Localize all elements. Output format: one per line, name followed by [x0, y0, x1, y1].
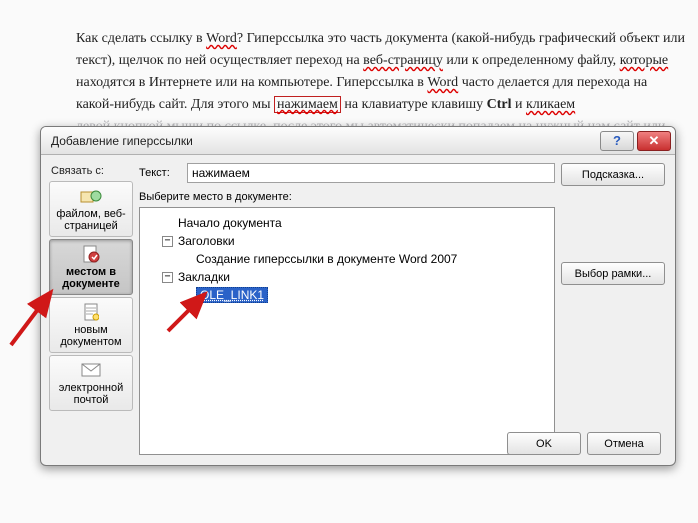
tree-headings[interactable]: −Заголовки — [144, 232, 550, 250]
link-to-email-button[interactable]: электронной почтой — [49, 355, 133, 411]
text-to-display-label: Текст: — [139, 167, 181, 179]
link-to-file-web-button[interactable]: файлом, веб-страницей — [49, 181, 133, 237]
insert-hyperlink-dialog: Добавление гиперссылки ? ✕ Связать с: фа… — [40, 126, 676, 466]
new-doc-icon — [80, 303, 102, 321]
place-in-doc-icon — [80, 245, 102, 263]
collapse-icon[interactable]: − — [162, 272, 173, 283]
tree-heading-item[interactable]: Создание гиперссылки в документе Word 20… — [144, 250, 550, 268]
help-button[interactable]: ? — [600, 131, 634, 151]
tree-bookmark-item[interactable]: OLE_LINK1 — [144, 286, 550, 304]
tree-bookmarks[interactable]: −Закладки — [144, 268, 550, 286]
tree-doc-start[interactable]: Начало документа — [144, 214, 550, 232]
document-places-tree[interactable]: Начало документа −Заголовки Создание гип… — [139, 207, 555, 455]
file-web-icon — [80, 187, 102, 205]
close-button[interactable]: ✕ — [637, 131, 671, 151]
link-to-place-button[interactable]: местом в документе — [49, 239, 133, 295]
text-to-display-input[interactable] — [187, 163, 555, 183]
ok-button[interactable]: OK — [507, 432, 581, 455]
email-icon — [80, 361, 102, 379]
dialog-title: Добавление гиперссылки — [51, 134, 597, 148]
screentip-button[interactable]: Подсказка... — [561, 163, 665, 186]
dialog-titlebar[interactable]: Добавление гиперссылки ? ✕ — [41, 127, 675, 155]
link-with-label: Связать с: — [51, 165, 133, 177]
cancel-button[interactable]: Отмена — [587, 432, 661, 455]
target-frame-button[interactable]: Выбор рамки... — [561, 262, 665, 285]
link-to-new-doc-button[interactable]: новым документом — [49, 297, 133, 353]
collapse-icon[interactable]: − — [162, 236, 173, 247]
select-place-label: Выберите место в документе: — [139, 191, 555, 203]
